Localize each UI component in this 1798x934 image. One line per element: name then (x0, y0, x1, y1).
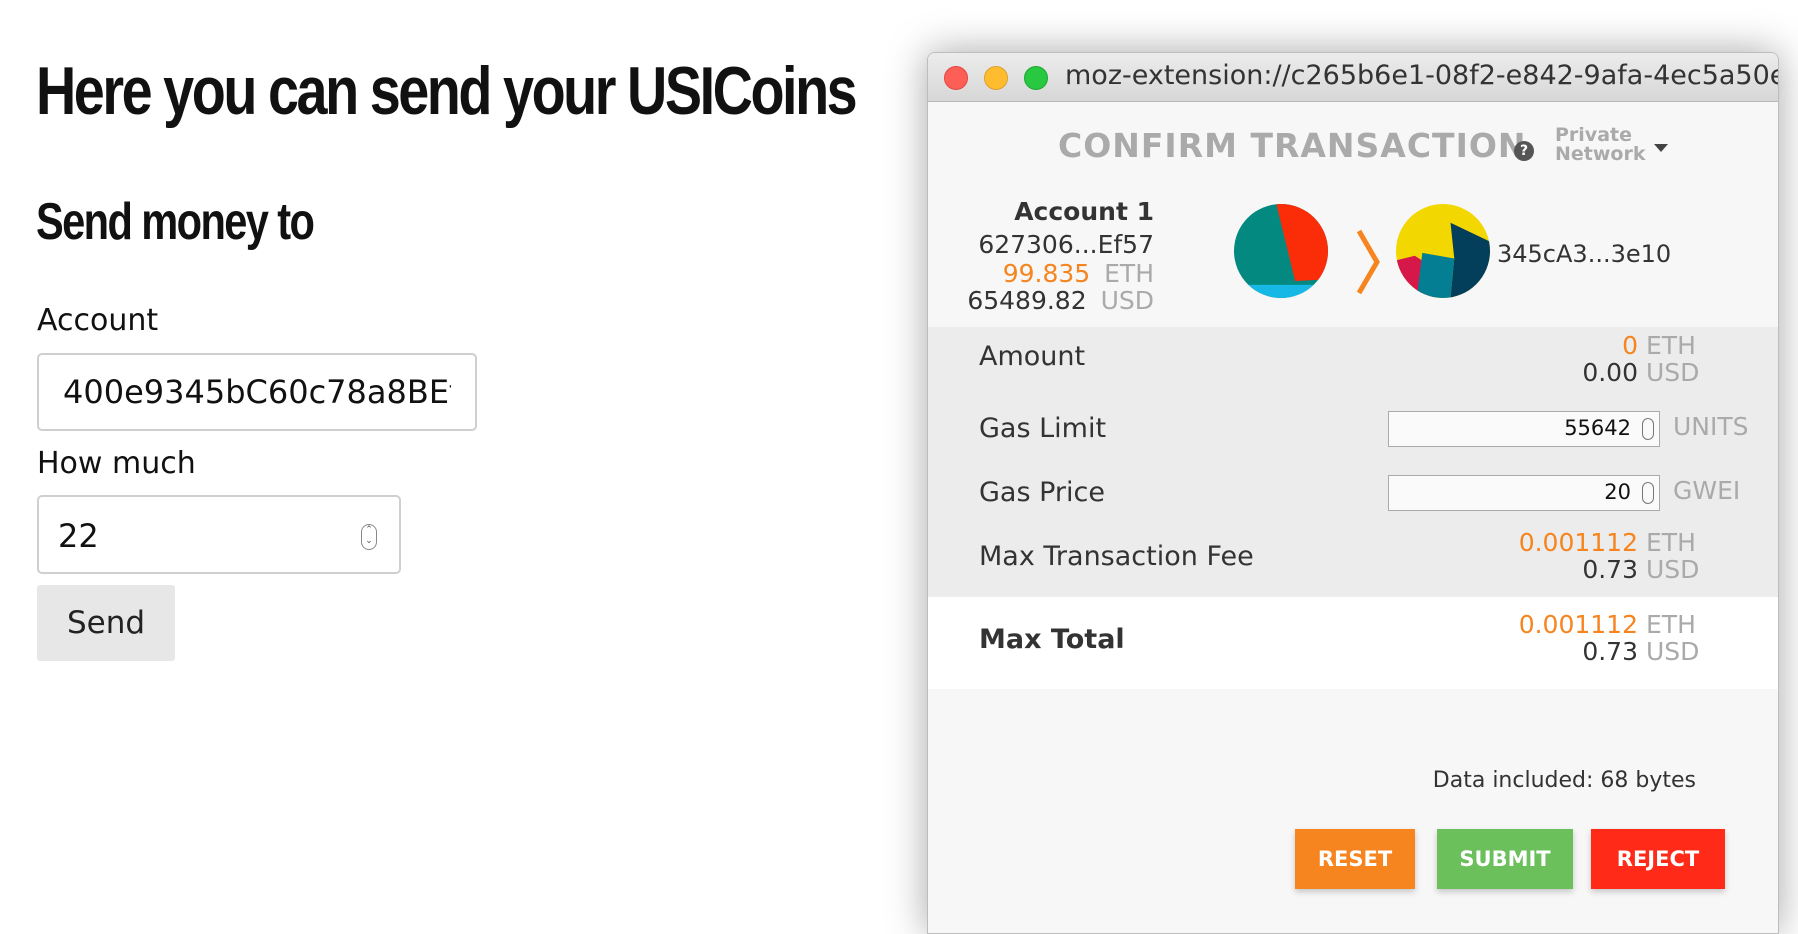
gas-price-input[interactable]: 20 (1388, 475, 1660, 511)
section-title: Send money to (36, 193, 315, 251)
max-fee-usd-value: 0.73 (1582, 555, 1638, 584)
gas-limit-label: Gas Limit (979, 413, 1107, 444)
send-button[interactable]: Send (37, 585, 175, 661)
from-account-name: Account 1 (1014, 197, 1154, 226)
amount-eth-value: 0 (1622, 331, 1638, 360)
max-fee-usd-unit: USD (1646, 555, 1700, 584)
max-total-row: Max Total 0.001112 ETH 0.73 USD (928, 597, 1778, 689)
max-total-usd-unit: USD (1646, 637, 1700, 666)
gas-price-value: 20 (1604, 480, 1631, 504)
minimize-window-icon[interactable] (984, 66, 1008, 90)
from-eth-unit: ETH (1104, 259, 1154, 288)
from-usd-balance: 65489.82 USD (967, 286, 1154, 315)
max-fee-label: Max Transaction Fee (979, 541, 1254, 572)
gas-limit-stepper-icon[interactable] (1642, 418, 1654, 440)
page-title: Here you can send your USICoins (36, 53, 858, 129)
confirm-title: CONFIRM TRANSACTION (1058, 126, 1527, 165)
from-account-avatar-icon (1234, 204, 1328, 298)
from-account-address: 627306...Ef57 (978, 230, 1154, 259)
amount-usd-unit: USD (1646, 358, 1700, 387)
stepper-icon[interactable]: ⌃ ⌄ (361, 524, 377, 550)
amount-eth-unit: ETH (1646, 331, 1696, 360)
chevron-right-icon (1356, 229, 1380, 295)
gas-limit-input[interactable]: 55642 (1388, 411, 1660, 447)
data-included-text: Data included: 68 bytes (1432, 768, 1696, 793)
help-icon[interactable]: ? (1514, 141, 1534, 161)
confirm-header: CONFIRM TRANSACTION ? Private Network (928, 102, 1778, 192)
amount-row-label: Amount (979, 341, 1086, 372)
accounts-row: Account 1 627306...Ef57 99.835 ETH 65489… (928, 192, 1778, 327)
window-titlebar: moz-extension://c265b6e1-08f2-e842-9afa-… (928, 53, 1778, 102)
network-name: Private Network (1555, 124, 1646, 165)
submit-button[interactable]: SUBMIT (1437, 829, 1573, 889)
caret-down-icon[interactable] (1654, 144, 1668, 152)
account-input[interactable] (37, 353, 477, 431)
max-fee-eth-unit: ETH (1646, 528, 1696, 557)
max-total-eth-value: 0.001112 (1518, 610, 1638, 639)
gas-price-label: Gas Price (979, 477, 1105, 508)
network-selector[interactable]: Private Network (1555, 126, 1645, 164)
max-total-eth-unit: ETH (1646, 610, 1696, 639)
to-account-address: 345cA3...3e10 (1497, 240, 1672, 268)
max-total-label: Max Total (979, 624, 1125, 655)
amount-usd-value: 0.00 (1582, 358, 1638, 387)
maximize-window-icon[interactable] (1024, 66, 1048, 90)
gas-limit-value: 55642 (1564, 416, 1631, 440)
amount-value: 22 (58, 517, 99, 555)
from-eth-value: 99.835 (1002, 259, 1091, 288)
to-account-avatar-icon (1396, 204, 1490, 298)
max-fee-eth-value: 0.001112 (1518, 528, 1638, 557)
close-window-icon[interactable] (944, 66, 968, 90)
reject-button[interactable]: REJECT (1591, 829, 1725, 889)
from-eth-balance: 99.835 ETH (1003, 259, 1154, 288)
amount-input[interactable]: 22 ⌃ ⌄ (37, 495, 401, 574)
window-url: moz-extension://c265b6e1-08f2-e842-9afa-… (1065, 60, 1779, 91)
max-total-usd-value: 0.73 (1582, 637, 1638, 666)
gas-price-unit: GWEI (1673, 476, 1741, 505)
amount-label: How much (37, 446, 196, 481)
from-usd-unit: USD (1100, 286, 1154, 315)
reset-button[interactable]: RESET (1295, 829, 1415, 889)
gas-limit-unit: UNITS (1673, 412, 1749, 441)
gas-price-stepper-icon[interactable] (1642, 482, 1654, 504)
account-label: Account (37, 303, 159, 338)
from-usd-value: 65489.82 (967, 286, 1087, 315)
transaction-details: Amount 0 ETH 0.00 USD Gas Limit 55642 UN… (928, 327, 1778, 597)
metamask-popup-window: moz-extension://c265b6e1-08f2-e842-9afa-… (927, 52, 1779, 934)
